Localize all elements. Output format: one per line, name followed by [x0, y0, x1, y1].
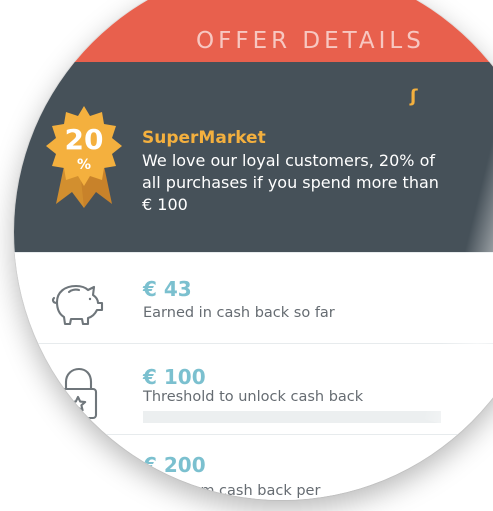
header-bar: OFFER DETAILS — [14, 0, 493, 68]
page-title: OFFER DETAILS — [196, 28, 425, 54]
offer-description: We love our loyal customers, 20% of all … — [142, 151, 439, 214]
earned-caption: Earned in cash back so far — [143, 305, 335, 321]
badge-value: 20 — [64, 123, 104, 156]
offer-details-page: OFFER DETAILS ʃ 20 % SuperMarket We love… — [14, 0, 493, 500]
maximum-caption: Maximum cash back per — [143, 483, 321, 499]
earned-value: € 43 — [143, 277, 192, 301]
threshold-caption: Threshold to unlock cash back — [143, 389, 364, 405]
magnifier-view: OFFER DETAILS ʃ 20 % SuperMarket We love… — [14, 0, 493, 500]
wallet-icon — [48, 455, 106, 500]
rosette-icon — [46, 106, 122, 208]
badge-suffix: % — [76, 157, 92, 173]
threshold-value: € 100 — [143, 365, 206, 389]
header-accent-mark: ʃ — [410, 86, 418, 107]
piggy-bank-icon — [48, 272, 106, 330]
maximum-cashback-row: € 200 Maximum cash back per — [14, 434, 493, 500]
discount-badge: 20 % — [46, 104, 130, 208]
store-name: SuperMarket — [142, 128, 266, 148]
lock-star-icon — [48, 364, 106, 422]
threshold-progress-bar — [143, 411, 441, 423]
maximum-value: € 200 — [143, 453, 206, 477]
app-screen: OFFER DETAILS ʃ 20 % SuperMarket We love… — [0, 0, 493, 511]
earned-cashback-row: € 43 Earned in cash back so far — [14, 252, 493, 345]
threshold-row: € 100 Threshold to unlock cash back — [14, 343, 493, 436]
